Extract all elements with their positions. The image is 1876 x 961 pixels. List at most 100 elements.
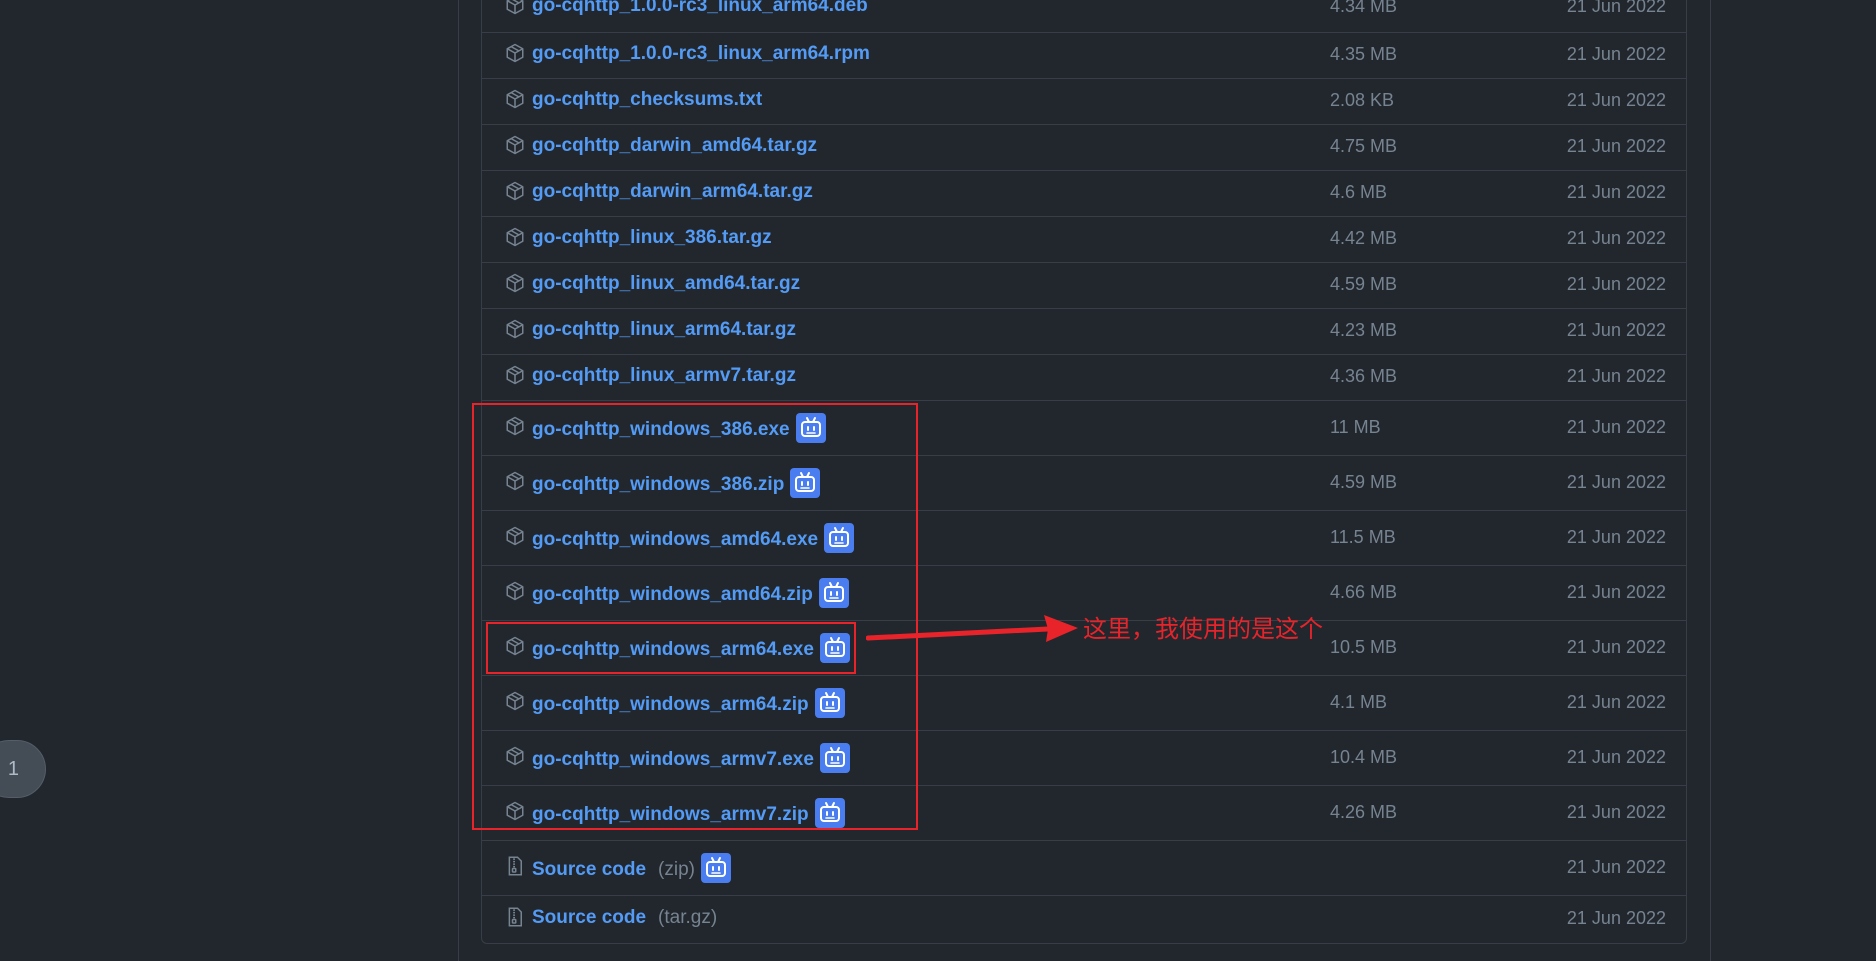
asset-name-label: go-cqhttp_checksums.txt bbox=[532, 89, 763, 110]
robot-icon[interactable] bbox=[819, 633, 850, 663]
package-icon bbox=[505, 471, 525, 491]
asset-size: 4.26 MB bbox=[1330, 802, 1398, 822]
asset-download-link[interactable]: go-cqhttp_windows_arm64.exe bbox=[532, 633, 850, 665]
asset-download-link[interactable]: go-cqhttp_linux_armv7.tar.gz bbox=[532, 364, 796, 388]
asset-date: 21 Jun 2022 bbox=[1566, 90, 1666, 110]
asset-download-link[interactable]: go-cqhttp_linux_arm64.tar.gz bbox=[532, 318, 796, 342]
asset-size: 4.59 MB bbox=[1330, 274, 1398, 294]
asset-row: go-cqhttp_windows_amd64.zip 4.66 MB 21 Jun… bbox=[482, 566, 1686, 621]
package-icon bbox=[505, 181, 525, 201]
asset-download-link[interactable]: Source code (tar.gz) bbox=[532, 906, 717, 930]
asset-download-link[interactable]: go-cqhttp_windows_386.exe bbox=[532, 413, 826, 445]
asset-size: 11 MB bbox=[1330, 417, 1381, 437]
layout-divider-left bbox=[458, 0, 459, 961]
file-zip-icon bbox=[505, 856, 525, 876]
asset-name-label: go-cqhttp_darwin_amd64.tar.gz bbox=[532, 135, 818, 156]
asset-name-label: Source code bbox=[532, 907, 647, 928]
asset-name-label: go-cqhttp_windows_amd64.zip bbox=[532, 584, 813, 606]
asset-name-label: go-cqhttp_linux_amd64.tar.gz bbox=[532, 273, 801, 294]
asset-date: 21 Jun 2022 bbox=[1566, 527, 1666, 547]
asset-date: 21 Jun 2022 bbox=[1566, 417, 1666, 437]
asset-name-label: go-cqhttp_windows_armv7.zip bbox=[532, 804, 809, 826]
asset-size: 10.4 MB bbox=[1330, 747, 1398, 767]
asset-size: 2.08 KB bbox=[1330, 90, 1395, 110]
asset-download-link[interactable]: go-cqhttp_windows_armv7.exe bbox=[532, 743, 850, 775]
package-icon bbox=[505, 581, 525, 601]
asset-size: 4.35 MB bbox=[1330, 44, 1398, 64]
asset-download-link[interactable]: go-cqhttp_1.0.0-rc3_linux_arm64.rpm bbox=[532, 42, 870, 66]
robot-icon[interactable] bbox=[818, 578, 849, 608]
asset-date: 21 Jun 2022 bbox=[1566, 582, 1666, 602]
asset-download-link[interactable]: go-cqhttp_windows_386.zip bbox=[532, 468, 821, 500]
asset-date: 21 Jun 2022 bbox=[1566, 136, 1666, 156]
package-icon bbox=[505, 273, 525, 293]
robot-icon[interactable] bbox=[814, 688, 845, 718]
asset-size: 4.1 MB bbox=[1330, 692, 1388, 712]
asset-date: 21 Jun 2022 bbox=[1566, 182, 1666, 202]
asset-row: go-cqhttp_linux_armv7.tar.gz 4.36 MB 21 Ju… bbox=[482, 355, 1686, 401]
asset-row: go-cqhttp_linux_386.tar.gz 4.42 MB 21 Jun … bbox=[482, 217, 1686, 263]
asset-name-label: Source code bbox=[532, 859, 647, 881]
asset-name-label: go-cqhttp_1.0.0-rc3_linux_arm64.deb bbox=[532, 0, 868, 16]
asset-download-link[interactable]: go-cqhttp_linux_386.tar.gz bbox=[532, 226, 772, 250]
asset-date: 21 Jun 2022 bbox=[1566, 472, 1666, 492]
release-assets-page: go-cqhttp_1.0.0-rc3_linux_arm64.deb 4.34 … bbox=[0, 0, 1876, 961]
asset-row: Source code (tar.gz) 21 Jun 2022 bbox=[482, 896, 1686, 943]
asset-date: 21 Jun 2022 bbox=[1566, 908, 1666, 928]
asset-name-label: go-cqhttp_linux_386.tar.gz bbox=[532, 227, 772, 248]
robot-icon[interactable] bbox=[819, 743, 850, 773]
asset-row: go-cqhttp_windows_arm64.zip 4.1 MB 21 Jun … bbox=[482, 676, 1686, 731]
asset-row: Source code (zip) 21 Jun 2022 bbox=[482, 841, 1686, 896]
asset-download-link[interactable]: go-cqhttp_checksums.txt bbox=[532, 88, 762, 112]
asset-download-link[interactable]: go-cqhttp_darwin_amd64.tar.gz bbox=[532, 134, 817, 158]
asset-date: 21 Jun 2022 bbox=[1566, 857, 1666, 877]
asset-size: 11.5 MB bbox=[1330, 527, 1396, 547]
asset-size: 4.36 MB bbox=[1330, 366, 1398, 386]
asset-size: 4.75 MB bbox=[1330, 136, 1398, 156]
package-icon bbox=[505, 319, 525, 339]
robot-icon[interactable] bbox=[824, 523, 855, 553]
asset-row: go-cqhttp_linux_arm64.tar.gz 4.23 MB 21 Ju… bbox=[482, 309, 1686, 355]
asset-date: 21 Jun 2022 bbox=[1566, 637, 1666, 657]
asset-name-label: go-cqhttp_windows_386.exe bbox=[532, 419, 790, 441]
pagination-current-page[interactable]: 1 bbox=[0, 740, 46, 798]
asset-download-link[interactable]: go-cqhttp_1.0.0-rc3_linux_arm64.deb bbox=[532, 0, 868, 18]
package-icon bbox=[505, 691, 525, 711]
asset-size: 4.42 MB bbox=[1330, 228, 1398, 248]
robot-icon[interactable] bbox=[814, 798, 845, 828]
asset-size: 4.23 MB bbox=[1330, 320, 1398, 340]
asset-download-link[interactable]: go-cqhttp_windows_armv7.zip bbox=[532, 798, 845, 830]
package-icon bbox=[505, 526, 525, 546]
asset-size: 4.59 MB bbox=[1330, 472, 1398, 492]
asset-row: go-cqhttp_windows_386.zip 4.59 MB 21 Jun 2… bbox=[482, 456, 1686, 511]
robot-icon[interactable] bbox=[790, 468, 821, 498]
asset-date: 21 Jun 2022 bbox=[1566, 747, 1666, 767]
robot-icon[interactable] bbox=[795, 413, 826, 443]
asset-date: 21 Jun 2022 bbox=[1566, 366, 1666, 386]
asset-name-label: go-cqhttp_windows_arm64.zip bbox=[532, 694, 809, 716]
asset-size: 4.66 MB bbox=[1330, 582, 1398, 602]
asset-name-label: go-cqhttp_windows_amd64.exe bbox=[532, 529, 819, 551]
asset-download-link[interactable]: go-cqhttp_linux_amd64.tar.gz bbox=[532, 272, 800, 296]
robot-icon[interactable] bbox=[701, 853, 731, 883]
package-icon bbox=[505, 746, 525, 766]
package-icon bbox=[505, 135, 525, 155]
layout-divider-right bbox=[1710, 0, 1711, 961]
asset-download-link[interactable]: go-cqhttp_windows_amd64.exe bbox=[532, 523, 855, 555]
file-zip-icon bbox=[505, 907, 525, 927]
asset-row: go-cqhttp_darwin_arm64.tar.gz 4.6 MB 21 Ju… bbox=[482, 171, 1686, 217]
asset-download-link[interactable]: go-cqhttp_windows_arm64.zip bbox=[532, 688, 845, 720]
annotation-arrow-icon bbox=[866, 615, 1078, 642]
asset-row: go-cqhttp_windows_armv7.exe 10.4 MB 21 Jun… bbox=[482, 731, 1686, 786]
package-icon bbox=[505, 636, 525, 656]
asset-format-label: (tar.gz) bbox=[658, 907, 718, 928]
asset-size: 4.34 MB bbox=[1330, 0, 1398, 16]
asset-download-link[interactable]: Source code (zip) bbox=[532, 853, 731, 885]
asset-download-link[interactable]: go-cqhttp_darwin_arm64.tar.gz bbox=[532, 180, 813, 204]
asset-name-label: go-cqhttp_linux_arm64.tar.gz bbox=[532, 319, 796, 340]
asset-date: 21 Jun 2022 bbox=[1566, 44, 1666, 64]
asset-row: go-cqhttp_linux_amd64.tar.gz 4.59 MB 21 Ju… bbox=[482, 263, 1686, 309]
asset-download-link[interactable]: go-cqhttp_windows_amd64.zip bbox=[532, 578, 849, 610]
asset-size: 10.5 MB bbox=[1330, 637, 1398, 657]
asset-row: go-cqhttp_windows_amd64.exe 11.5 MB 21 Jun… bbox=[482, 511, 1686, 566]
